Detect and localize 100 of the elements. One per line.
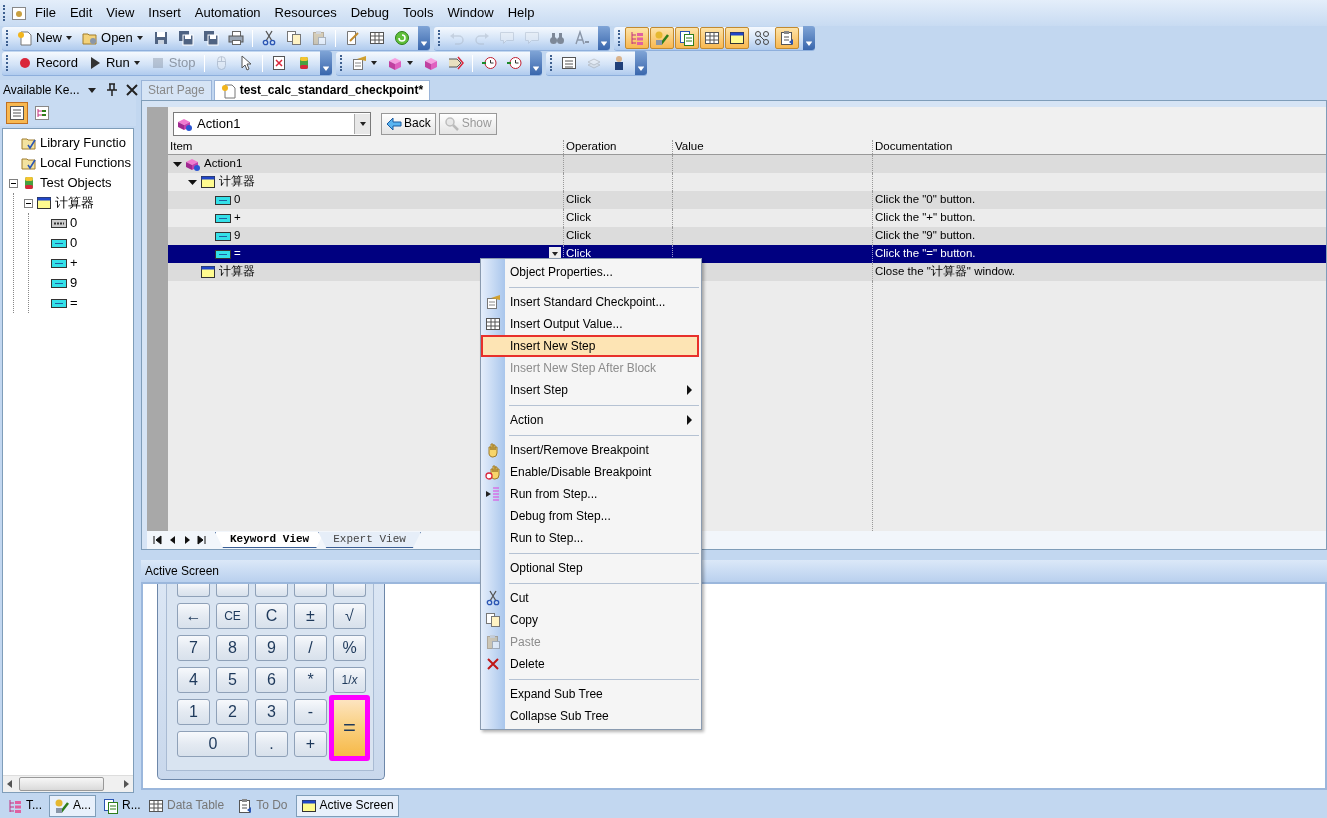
tree-item[interactable]: Local Functions	[40, 155, 132, 171]
toolbar-options-button[interactable]	[802, 26, 815, 50]
menu-item[interactable]: Expand Sub Tree	[481, 683, 699, 705]
grid-row[interactable]: 9 Click Click the "9" button.	[168, 227, 1326, 245]
calculator-key: 3	[255, 699, 288, 725]
column-header[interactable]: Operation	[564, 140, 673, 154]
grid-row[interactable]: 0 Click Click the "0" button.	[168, 191, 1326, 209]
collapse-toggle[interactable]	[9, 178, 18, 188]
toolbar-button[interactable]: Record	[13, 52, 82, 74]
grid-row[interactable]: Action1	[168, 155, 1326, 173]
column-header[interactable]: Value	[673, 140, 873, 154]
toolbar-grip[interactable]	[437, 30, 441, 46]
paste-icon	[485, 634, 501, 650]
menu-item[interactable]: Tools	[397, 3, 440, 23]
menu-item[interactable]: Run from Step...	[481, 483, 699, 505]
toolbar-options-button[interactable]	[319, 51, 332, 75]
toolbar-button[interactable]: New	[13, 27, 77, 49]
menu-item[interactable]: Insert Standard Checkpoint...	[481, 291, 699, 313]
menu-item[interactable]: File	[29, 3, 62, 23]
toolbar-grip[interactable]	[6, 30, 9, 46]
toolbar-options-button[interactable]	[529, 51, 542, 75]
function-folder-icon	[21, 135, 37, 151]
expand-arrow-icon[interactable]	[188, 177, 197, 187]
menu-item[interactable]: Cut	[481, 587, 699, 609]
toolbar-grip[interactable]	[3, 5, 6, 21]
tree-item[interactable]: Test Objects	[40, 175, 112, 191]
menu-item[interactable]: Insert Step	[481, 379, 699, 401]
close-icon[interactable]	[123, 82, 140, 98]
menu-item[interactable]: Debug from Step...	[481, 505, 699, 527]
nav-button[interactable]: Back	[381, 112, 436, 135]
first-page-icon[interactable]	[152, 534, 162, 546]
toolbar-grip[interactable]	[617, 30, 621, 46]
expand-arrow-icon[interactable]	[173, 159, 182, 169]
tree-item[interactable]: 9	[70, 275, 78, 291]
menu-item[interactable]: Edit	[63, 3, 99, 23]
menu-item[interactable]: Run to Step...	[481, 527, 699, 549]
column-header[interactable]: Documentation	[873, 140, 1326, 154]
toolbar-button[interactable]	[674, 27, 699, 49]
toolbar-button[interactable]	[699, 27, 724, 49]
calculator-key: 0	[177, 731, 249, 757]
menu-item[interactable]: Object Properties...	[481, 261, 699, 283]
menu-item[interactable]: Collapse Sub Tree	[481, 705, 699, 727]
toolbar-grip[interactable]	[339, 55, 343, 71]
grid-row[interactable]: = Click Click the "=" button.	[168, 245, 1326, 263]
menu-item[interactable]: Insert/Remove Breakpoint	[481, 439, 699, 461]
chevron-icon	[804, 41, 813, 47]
menu-item[interactable]: Copy	[481, 609, 699, 631]
toolbar-options-button[interactable]	[597, 26, 610, 50]
block-icon	[386, 55, 403, 71]
panel-tab[interactable]: R...	[98, 794, 146, 817]
tree-item[interactable]: Library Functio	[40, 135, 126, 151]
toolbar-button[interactable]	[724, 27, 749, 49]
menu-item[interactable]: Automation	[188, 3, 267, 23]
menu-item[interactable]: Help	[501, 3, 541, 23]
menu-item[interactable]: Insert New Step	[481, 335, 699, 357]
last-page-icon[interactable]	[197, 534, 207, 546]
menu-item[interactable]: Debug	[344, 3, 396, 23]
menu-item[interactable]: Resources	[268, 3, 343, 23]
toolbar-grip[interactable]	[6, 55, 9, 71]
application-icon[interactable]	[11, 5, 27, 21]
view-tab[interactable]: Expert View	[318, 531, 421, 549]
speech-bubble-icon	[523, 30, 540, 46]
menu-item[interactable]: Insert Output Value...	[481, 313, 699, 335]
menu-item[interactable]: Insert	[142, 3, 187, 23]
tools-icon	[54, 797, 70, 814]
toolbar-button[interactable]	[774, 27, 799, 49]
calculator-key	[255, 584, 288, 597]
panel-tab[interactable]: A...	[49, 794, 97, 817]
menu-item[interactable]: Action	[481, 409, 699, 431]
copy-icon	[485, 612, 501, 628]
calculator-key: 8	[216, 635, 249, 661]
scroll-left-icon[interactable]	[6, 779, 13, 789]
tree-item[interactable]: 0	[70, 235, 78, 251]
document-tab[interactable]: test_calc_standard_checkpoint*	[213, 80, 431, 100]
toolbar-button[interactable]: Open	[78, 27, 148, 49]
toolbar-options-button[interactable]	[417, 26, 430, 50]
toolbar-button[interactable]: Run	[82, 52, 145, 74]
speech-bubble-icon	[498, 30, 515, 46]
toolbar-grip[interactable]	[549, 55, 553, 71]
pane-tab[interactable]: Active Screen	[295, 794, 399, 817]
column-header[interactable]: Item	[168, 140, 564, 154]
tree-item[interactable]: =	[70, 295, 78, 311]
tree-item[interactable]: +	[70, 255, 78, 271]
collapse-toggle[interactable]	[24, 198, 33, 208]
view-toggle-button[interactable]	[6, 102, 28, 124]
tree-item[interactable]: 0	[70, 215, 78, 231]
scroll-right-icon[interactable]	[123, 779, 130, 789]
menu-item[interactable]: Optional Step	[481, 557, 699, 579]
panel-tab[interactable]: T...	[2, 794, 47, 817]
action-dropdown[interactable]: Action1	[173, 111, 371, 136]
tree-item[interactable]: 计算器	[55, 195, 94, 211]
scissors-icon	[260, 30, 277, 46]
next-icon[interactable]	[182, 534, 192, 546]
menu-item[interactable]: Window	[441, 3, 500, 23]
menu-item[interactable]: Enable/Disable Breakpoint	[481, 461, 699, 483]
menu-item[interactable]: View	[100, 3, 141, 23]
caret-icon	[65, 35, 73, 41]
menu-item[interactable]: Delete	[481, 653, 699, 675]
horizontal-scrollbar[interactable]	[3, 775, 133, 792]
toolbar-options-button[interactable]	[634, 51, 647, 75]
